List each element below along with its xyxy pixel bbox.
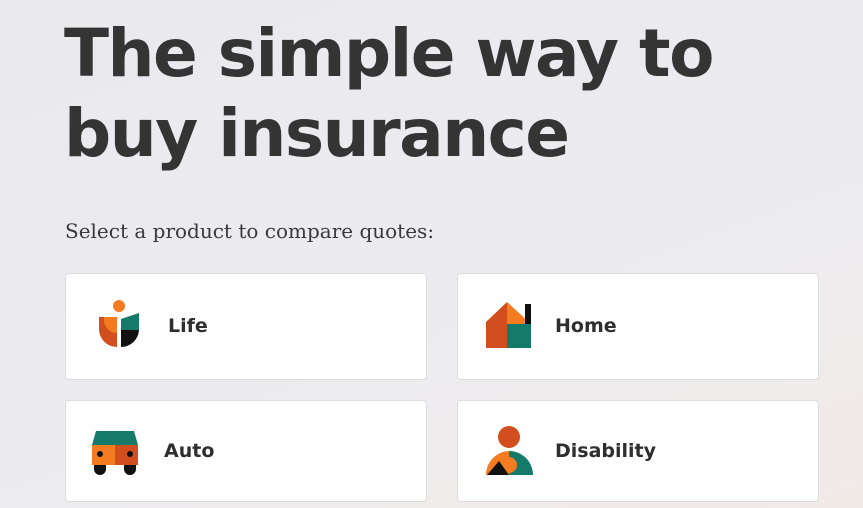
product-label-disability: Disability — [555, 440, 657, 462]
disability-icon — [486, 426, 533, 475]
product-card-home[interactable]: Home — [457, 273, 819, 380]
product-card-auto[interactable]: Auto — [65, 400, 427, 502]
product-select-prompt: Select a product to compare quotes: — [65, 219, 435, 243]
product-card-disability[interactable]: Disability — [457, 400, 819, 502]
product-label-home: Home — [555, 315, 617, 337]
auto-icon — [92, 431, 138, 475]
product-card-life[interactable]: Life — [65, 273, 427, 380]
home-icon — [486, 302, 531, 348]
page-headline: The simple way to buy insurance — [64, 15, 714, 172]
product-label-auto: Auto — [164, 440, 215, 462]
life-icon — [99, 300, 139, 348]
product-label-life: Life — [168, 315, 208, 337]
